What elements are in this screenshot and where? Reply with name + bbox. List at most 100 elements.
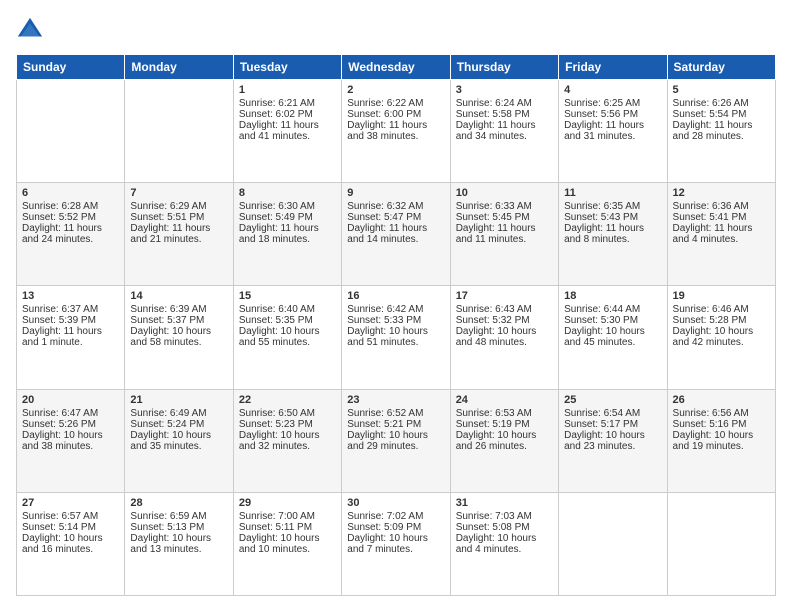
sunset-text: Sunset: 5:13 PM (130, 522, 204, 533)
day-number: 9 (347, 187, 444, 199)
sunrise-text: Sunrise: 6:30 AM (239, 201, 315, 212)
calendar-day-cell (17, 80, 125, 183)
daylight-text: Daylight: 10 hours and 42 minutes. (673, 326, 754, 348)
daylight-text: Daylight: 10 hours and 45 minutes. (564, 326, 645, 348)
day-number: 10 (456, 187, 553, 199)
calendar-day-cell: 10 Sunrise: 6:33 AM Sunset: 5:45 PM Dayl… (450, 183, 558, 286)
calendar-day-cell: 20 Sunrise: 6:47 AM Sunset: 5:26 PM Dayl… (17, 389, 125, 492)
calendar-day-cell: 11 Sunrise: 6:35 AM Sunset: 5:43 PM Dayl… (559, 183, 667, 286)
weekday-header: Wednesday (342, 55, 450, 80)
daylight-text: Daylight: 10 hours and 26 minutes. (456, 430, 537, 452)
calendar-day-cell: 4 Sunrise: 6:25 AM Sunset: 5:56 PM Dayli… (559, 80, 667, 183)
weekday-header: Sunday (17, 55, 125, 80)
calendar-day-cell: 18 Sunrise: 6:44 AM Sunset: 5:30 PM Dayl… (559, 286, 667, 389)
sunset-text: Sunset: 5:35 PM (239, 315, 313, 326)
calendar-day-cell: 31 Sunrise: 7:03 AM Sunset: 5:08 PM Dayl… (450, 492, 558, 595)
sunrise-text: Sunrise: 6:49 AM (130, 408, 206, 419)
daylight-text: Daylight: 11 hours and 41 minutes. (239, 120, 319, 142)
sunrise-text: Sunrise: 6:35 AM (564, 201, 640, 212)
day-number: 14 (130, 290, 227, 302)
day-number: 3 (456, 84, 553, 96)
weekday-header: Tuesday (233, 55, 341, 80)
sunrise-text: Sunrise: 6:21 AM (239, 98, 315, 109)
calendar-day-cell: 8 Sunrise: 6:30 AM Sunset: 5:49 PM Dayli… (233, 183, 341, 286)
weekday-header: Monday (125, 55, 233, 80)
sunset-text: Sunset: 5:49 PM (239, 212, 313, 223)
sunrise-text: Sunrise: 6:57 AM (22, 511, 98, 522)
weekday-row: SundayMondayTuesdayWednesdayThursdayFrid… (17, 55, 776, 80)
calendar-header: SundayMondayTuesdayWednesdayThursdayFrid… (17, 55, 776, 80)
day-number: 29 (239, 497, 336, 509)
sunset-text: Sunset: 5:28 PM (673, 315, 747, 326)
day-number: 15 (239, 290, 336, 302)
daylight-text: Daylight: 10 hours and 55 minutes. (239, 326, 320, 348)
day-number: 28 (130, 497, 227, 509)
day-number: 12 (673, 187, 770, 199)
sunset-text: Sunset: 5:09 PM (347, 522, 421, 533)
daylight-text: Daylight: 10 hours and 10 minutes. (239, 533, 320, 555)
sunrise-text: Sunrise: 6:44 AM (564, 304, 640, 315)
sunrise-text: Sunrise: 6:26 AM (673, 98, 749, 109)
sunrise-text: Sunrise: 6:37 AM (22, 304, 98, 315)
sunset-text: Sunset: 5:17 PM (564, 419, 638, 430)
sunrise-text: Sunrise: 6:59 AM (130, 511, 206, 522)
sunrise-text: Sunrise: 7:03 AM (456, 511, 532, 522)
daylight-text: Daylight: 10 hours and 13 minutes. (130, 533, 211, 555)
sunset-text: Sunset: 5:47 PM (347, 212, 421, 223)
day-number: 4 (564, 84, 661, 96)
sunrise-text: Sunrise: 6:43 AM (456, 304, 532, 315)
calendar-day-cell (667, 492, 775, 595)
sunset-text: Sunset: 5:11 PM (239, 522, 312, 533)
daylight-text: Daylight: 10 hours and 51 minutes. (347, 326, 428, 348)
daylight-text: Daylight: 10 hours and 16 minutes. (22, 533, 103, 555)
daylight-text: Daylight: 11 hours and 1 minute. (22, 326, 102, 348)
daylight-text: Daylight: 10 hours and 4 minutes. (456, 533, 537, 555)
day-number: 23 (347, 394, 444, 406)
sunset-text: Sunset: 5:26 PM (22, 419, 96, 430)
calendar-day-cell: 17 Sunrise: 6:43 AM Sunset: 5:32 PM Dayl… (450, 286, 558, 389)
weekday-header: Friday (559, 55, 667, 80)
sunrise-text: Sunrise: 7:02 AM (347, 511, 423, 522)
sunset-text: Sunset: 5:41 PM (673, 212, 747, 223)
calendar-day-cell: 12 Sunrise: 6:36 AM Sunset: 5:41 PM Dayl… (667, 183, 775, 286)
sunrise-text: Sunrise: 6:36 AM (673, 201, 749, 212)
page: SundayMondayTuesdayWednesdayThursdayFrid… (0, 0, 792, 612)
logo-icon (16, 16, 44, 44)
day-number: 17 (456, 290, 553, 302)
day-number: 18 (564, 290, 661, 302)
sunset-text: Sunset: 6:00 PM (347, 109, 421, 120)
sunrise-text: Sunrise: 6:54 AM (564, 408, 640, 419)
daylight-text: Daylight: 10 hours and 35 minutes. (130, 430, 211, 452)
sunrise-text: Sunrise: 6:50 AM (239, 408, 315, 419)
sunrise-text: Sunrise: 6:47 AM (22, 408, 98, 419)
daylight-text: Daylight: 10 hours and 7 minutes. (347, 533, 428, 555)
day-number: 2 (347, 84, 444, 96)
weekday-header: Thursday (450, 55, 558, 80)
daylight-text: Daylight: 11 hours and 31 minutes. (564, 120, 644, 142)
sunset-text: Sunset: 5:19 PM (456, 419, 530, 430)
sunset-text: Sunset: 5:24 PM (130, 419, 204, 430)
sunrise-text: Sunrise: 6:29 AM (130, 201, 206, 212)
calendar-day-cell (125, 80, 233, 183)
day-number: 5 (673, 84, 770, 96)
calendar-table: SundayMondayTuesdayWednesdayThursdayFrid… (16, 54, 776, 596)
calendar-day-cell (559, 492, 667, 595)
daylight-text: Daylight: 11 hours and 8 minutes. (564, 223, 644, 245)
calendar-week-row: 1 Sunrise: 6:21 AM Sunset: 6:02 PM Dayli… (17, 80, 776, 183)
calendar-day-cell: 19 Sunrise: 6:46 AM Sunset: 5:28 PM Dayl… (667, 286, 775, 389)
calendar-week-row: 27 Sunrise: 6:57 AM Sunset: 5:14 PM Dayl… (17, 492, 776, 595)
daylight-text: Daylight: 10 hours and 29 minutes. (347, 430, 428, 452)
calendar-day-cell: 16 Sunrise: 6:42 AM Sunset: 5:33 PM Dayl… (342, 286, 450, 389)
daylight-text: Daylight: 11 hours and 14 minutes. (347, 223, 427, 245)
calendar-day-cell: 5 Sunrise: 6:26 AM Sunset: 5:54 PM Dayli… (667, 80, 775, 183)
calendar-day-cell: 21 Sunrise: 6:49 AM Sunset: 5:24 PM Dayl… (125, 389, 233, 492)
calendar-day-cell: 9 Sunrise: 6:32 AM Sunset: 5:47 PM Dayli… (342, 183, 450, 286)
sunrise-text: Sunrise: 6:40 AM (239, 304, 315, 315)
sunrise-text: Sunrise: 6:33 AM (456, 201, 532, 212)
calendar-day-cell: 30 Sunrise: 7:02 AM Sunset: 5:09 PM Dayl… (342, 492, 450, 595)
daylight-text: Daylight: 11 hours and 24 minutes. (22, 223, 102, 245)
day-number: 25 (564, 394, 661, 406)
sunrise-text: Sunrise: 6:42 AM (347, 304, 423, 315)
calendar-day-cell: 15 Sunrise: 6:40 AM Sunset: 5:35 PM Dayl… (233, 286, 341, 389)
calendar-day-cell: 7 Sunrise: 6:29 AM Sunset: 5:51 PM Dayli… (125, 183, 233, 286)
